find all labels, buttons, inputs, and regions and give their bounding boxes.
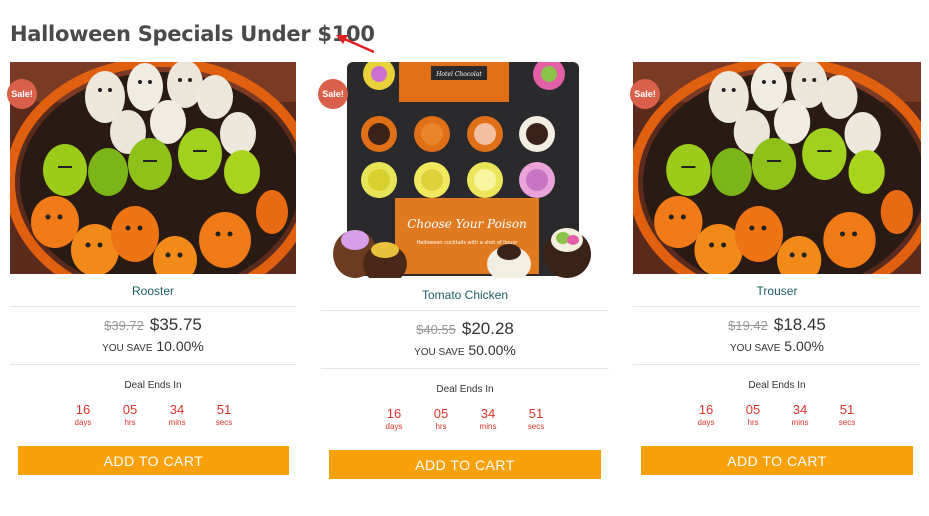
- sale-badge: Sale!: [318, 79, 348, 109]
- you-save-label: YOU SAVE: [102, 343, 153, 354]
- sale-price: $20.28: [461, 319, 514, 338]
- divider: [321, 310, 609, 311]
- sale-price: $35.75: [149, 315, 202, 334]
- divider: [633, 364, 921, 365]
- product-image[interactable]: [10, 62, 296, 274]
- price-line: $40.55 $20.28: [321, 319, 609, 339]
- countdown-minutes: 34 mins: [479, 406, 497, 431]
- sale-badge: Sale!: [630, 79, 660, 109]
- add-to-cart-button[interactable]: ADD TO CART: [329, 450, 601, 479]
- divider: [10, 364, 296, 365]
- countdown-seconds: 51 secs: [215, 402, 233, 427]
- countdown-minutes: 34 mins: [791, 402, 809, 427]
- you-save-label: YOU SAVE: [730, 343, 781, 354]
- you-save-value: 50.00%: [468, 342, 516, 358]
- divider: [633, 306, 921, 307]
- add-to-cart-button[interactable]: ADD TO CART: [641, 446, 913, 475]
- product-name-link[interactable]: Tomato Chicken: [321, 288, 609, 302]
- product-image[interactable]: [633, 62, 921, 274]
- you-save-value: 10.00%: [156, 338, 204, 354]
- brand-text: Hotel Chocolat: [435, 71, 482, 78]
- add-to-cart-button[interactable]: ADD TO CART: [18, 446, 289, 475]
- price-line: $39.72 $35.75: [10, 315, 296, 335]
- divider: [10, 306, 296, 307]
- you-save: YOU SAVE 5.00%: [633, 338, 921, 354]
- product-image[interactable]: Hotel Chocolat Choose Your Poison Hallow…: [327, 62, 603, 278]
- countdown-days: 16 days: [697, 402, 715, 427]
- red-arrow-icon: [336, 35, 375, 54]
- product-card: Hotel Chocolat Choose Your Poison Hallow…: [318, 62, 609, 486]
- countdown-days: 16 days: [385, 406, 403, 431]
- original-price: $19.42: [728, 318, 768, 333]
- product-card: Sale! Rooster $39.72 $35.75 YOU SAVE 10.0…: [7, 62, 296, 482]
- original-price: $40.55: [416, 322, 456, 337]
- countdown-minutes: 34 mins: [168, 402, 186, 427]
- sale-price: $18.45: [773, 315, 826, 334]
- price-line: $19.42 $18.45: [633, 315, 921, 335]
- you-save-value: 5.00%: [784, 338, 824, 354]
- countdown-hours: 05 hrs: [433, 406, 449, 431]
- deal-ends-label: Deal Ends In: [436, 384, 494, 395]
- section-title: Halloween Specials Under $100: [10, 22, 375, 46]
- sale-badge: Sale!: [7, 79, 37, 109]
- countdown-hours: 05 hrs: [122, 402, 138, 427]
- product-name-link[interactable]: Rooster: [10, 284, 296, 298]
- countdown-hours: 05 hrs: [745, 402, 761, 427]
- original-price: $39.72: [104, 318, 144, 333]
- card-title-text: Choose Your Poison: [407, 217, 527, 231]
- deal-ends-label: Deal Ends In: [124, 380, 182, 391]
- deal-ends-label: Deal Ends In: [748, 380, 806, 391]
- countdown-days: 16 days: [74, 402, 92, 427]
- product-card: Sale! Trouser $19.42 $18.45 YOU SAVE 5.00…: [630, 62, 921, 482]
- countdown-seconds: 51 secs: [838, 402, 856, 427]
- divider: [321, 368, 609, 369]
- you-save: YOU SAVE 10.00%: [10, 338, 296, 354]
- countdown-seconds: 51 secs: [527, 406, 545, 431]
- product-name-link[interactable]: Trouser: [633, 284, 921, 298]
- you-save: YOU SAVE 50.00%: [321, 342, 609, 358]
- you-save-label: YOU SAVE: [414, 347, 465, 358]
